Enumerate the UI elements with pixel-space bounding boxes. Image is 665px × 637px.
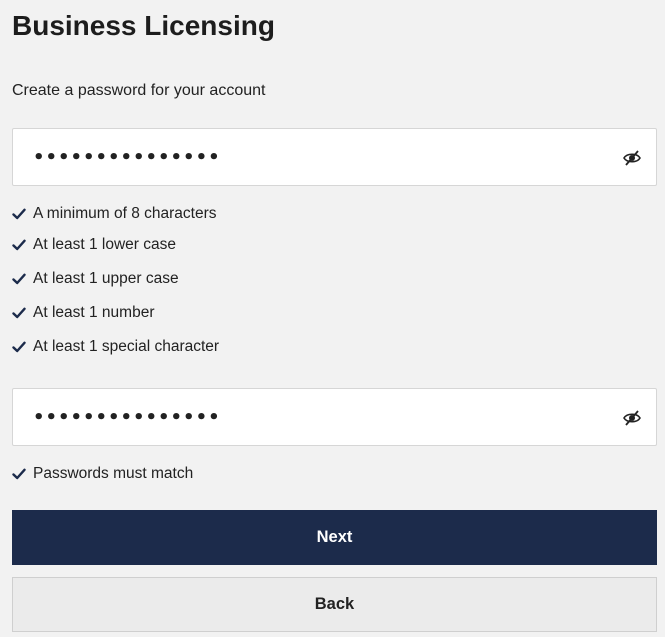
page-container: Business Licensing Create a password for…	[12, 0, 657, 632]
requirement-label: At least 1 upper case	[33, 270, 179, 287]
eye-slash-icon[interactable]	[622, 408, 642, 428]
requirement-label: Passwords must match	[33, 465, 194, 482]
page-subtitle: Create a password for your account	[12, 82, 266, 99]
checkmark-icon	[12, 307, 26, 319]
requirement-label: At least 1 lower case	[33, 236, 177, 253]
confirm-password-field[interactable]	[12, 388, 657, 446]
match-requirements-list: Passwords must match	[12, 460, 657, 488]
requirement-item: At least 1 upper case	[12, 262, 657, 296]
password-field[interactable]	[12, 128, 657, 186]
password-requirements-list: A minimum of 8 characters At least 1 low…	[12, 200, 657, 364]
requirement-label: At least 1 number	[33, 304, 155, 321]
requirement-item: At least 1 number	[12, 296, 657, 330]
checkmark-icon	[12, 341, 26, 353]
checkmark-icon	[12, 208, 26, 220]
checkmark-icon	[12, 468, 26, 480]
eye-slash-icon[interactable]	[622, 148, 642, 168]
requirement-item: At least 1 special character	[12, 330, 657, 364]
next-button[interactable]: Next	[12, 510, 657, 565]
back-button[interactable]: Back	[12, 577, 657, 632]
confirm-password-input[interactable]	[13, 389, 656, 445]
page-title: Business Licensing	[12, 10, 275, 41]
requirement-item: At least 1 lower case	[12, 228, 657, 262]
checkmark-icon	[12, 239, 26, 251]
requirement-label: A minimum of 8 characters	[33, 205, 217, 222]
password-input[interactable]	[13, 129, 656, 185]
requirement-item: A minimum of 8 characters	[12, 200, 657, 228]
checkmark-icon	[12, 273, 26, 285]
requirement-label: At least 1 special character	[33, 338, 220, 355]
requirement-item: Passwords must match	[12, 460, 657, 488]
